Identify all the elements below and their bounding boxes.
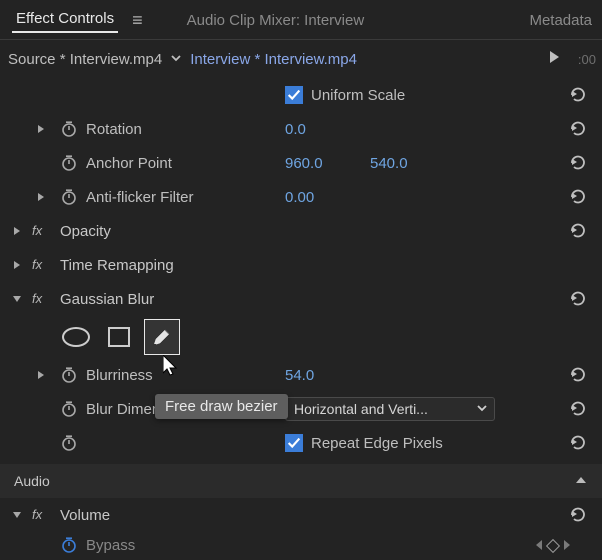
anchor-y-value[interactable]: 540.0 (370, 155, 408, 172)
twisty-time-remapping[interactable] (10, 258, 24, 273)
antiflicker-label: Anti-flicker Filter (86, 189, 194, 206)
keyframe-navigator[interactable] (534, 538, 572, 554)
reset-opacity[interactable] (568, 221, 588, 241)
rotation-label: Rotation (86, 121, 142, 138)
collapse-up-icon[interactable] (574, 473, 588, 489)
clip-label[interactable]: Interview * Interview.mp4 (190, 51, 357, 68)
prop-anchor-point: Anchor Point 960.0 540.0 (0, 146, 602, 180)
prop-repeat-edge: Repeat Edge Pixels (0, 426, 602, 460)
panel-tab-bar: Effect Controls ≡ Audio Clip Mixer: Inte… (0, 0, 602, 40)
twisty-gaussian-blur[interactable] (10, 292, 24, 307)
blurriness-value[interactable]: 54.0 (285, 367, 314, 384)
twisty-antiflicker[interactable] (34, 190, 48, 205)
gaussian-blur-label: Gaussian Blur (60, 291, 154, 308)
twisty-volume[interactable] (10, 508, 24, 523)
rectangle-mask-button[interactable] (108, 327, 130, 347)
fx-icon (32, 257, 50, 274)
antiflicker-value[interactable]: 0.00 (285, 189, 314, 206)
bypass-label: Bypass (86, 537, 135, 554)
section-volume[interactable]: Volume (0, 498, 602, 532)
tab-effect-controls[interactable]: Effect Controls (12, 8, 118, 33)
prop-blurriness: Blurriness 54.0 (0, 358, 602, 392)
fx-icon (32, 291, 50, 308)
anchor-x-value[interactable]: 960.0 (285, 155, 323, 172)
reset-repeat-edge[interactable] (568, 433, 588, 453)
fx-icon (32, 507, 50, 524)
stopwatch-icon[interactable] (60, 120, 78, 138)
prop-bypass: Bypass (0, 532, 602, 558)
opacity-label: Opacity (60, 223, 111, 240)
stopwatch-icon[interactable] (60, 154, 78, 172)
add-keyframe-icon[interactable] (546, 539, 560, 553)
rotation-value[interactable]: 0.0 (285, 121, 306, 138)
stopwatch-icon[interactable] (60, 434, 78, 452)
volume-label: Volume (60, 507, 110, 524)
section-opacity[interactable]: Opacity (0, 214, 602, 248)
repeat-edge-label: Repeat Edge Pixels (311, 435, 443, 452)
time-remapping-label: Time Remapping (60, 257, 174, 274)
prop-uniform-scale: Uniform Scale (0, 78, 602, 112)
stopwatch-icon[interactable] (60, 188, 78, 206)
tab-audio-clip-mixer[interactable]: Audio Clip Mixer: Interview (187, 12, 365, 29)
reset-antiflicker[interactable] (568, 187, 588, 207)
stopwatch-icon[interactable] (60, 536, 78, 554)
anchor-point-label: Anchor Point (86, 155, 172, 172)
section-gaussian-blur[interactable]: Gaussian Blur (0, 282, 602, 316)
reset-blur-dimensions[interactable] (568, 399, 588, 419)
play-icon[interactable] (548, 50, 560, 68)
audio-label: Audio (14, 473, 50, 489)
mask-shape-tools (0, 316, 602, 358)
stopwatch-icon[interactable] (60, 366, 78, 384)
source-dropdown-icon[interactable] (170, 51, 182, 68)
reset-gaussian-blur[interactable] (568, 289, 588, 309)
section-time-remapping[interactable]: Time Remapping (0, 248, 602, 282)
twisty-opacity[interactable] (10, 224, 24, 239)
ellipse-mask-button[interactable] (62, 327, 90, 347)
next-keyframe-icon[interactable] (562, 538, 572, 554)
blur-dimensions-dropdown[interactable]: Horizontal and Verti... (285, 397, 495, 421)
blurriness-label: Blurriness (86, 367, 153, 384)
reset-uniform-scale[interactable] (568, 85, 588, 105)
twisty-rotation[interactable] (34, 122, 48, 137)
prop-blur-dimensions: Blur Dimensions Horizontal and Verti... (0, 392, 602, 426)
stopwatch-icon[interactable] (60, 400, 78, 418)
panel-menu-icon[interactable]: ≡ (132, 10, 143, 31)
timecode: :00 (578, 52, 596, 67)
fx-icon (32, 223, 50, 240)
repeat-edge-checkbox[interactable] (285, 434, 303, 452)
blur-dimensions-selected: Horizontal and Verti... (294, 401, 428, 417)
reset-blurriness[interactable] (568, 365, 588, 385)
source-clip-bar: Source * Interview.mp4 Interview * Inter… (0, 40, 602, 78)
tooltip: Free draw bezier (155, 394, 288, 419)
tab-metadata[interactable]: Metadata (529, 12, 592, 29)
prop-antiflicker: Anti-flicker Filter 0.00 (0, 180, 602, 214)
reset-volume[interactable] (568, 505, 588, 525)
uniform-scale-label: Uniform Scale (311, 87, 405, 104)
uniform-scale-checkbox[interactable] (285, 86, 303, 104)
reset-rotation[interactable] (568, 119, 588, 139)
audio-group-header[interactable]: Audio (0, 464, 602, 498)
source-label: Source * Interview.mp4 (8, 51, 162, 68)
chevron-down-icon (476, 401, 488, 417)
twisty-blurriness[interactable] (34, 368, 48, 383)
prop-rotation: Rotation 0.0 (0, 112, 602, 146)
pen-mask-button[interactable] (148, 323, 176, 351)
reset-anchor-point[interactable] (568, 153, 588, 173)
prev-keyframe-icon[interactable] (534, 538, 544, 554)
